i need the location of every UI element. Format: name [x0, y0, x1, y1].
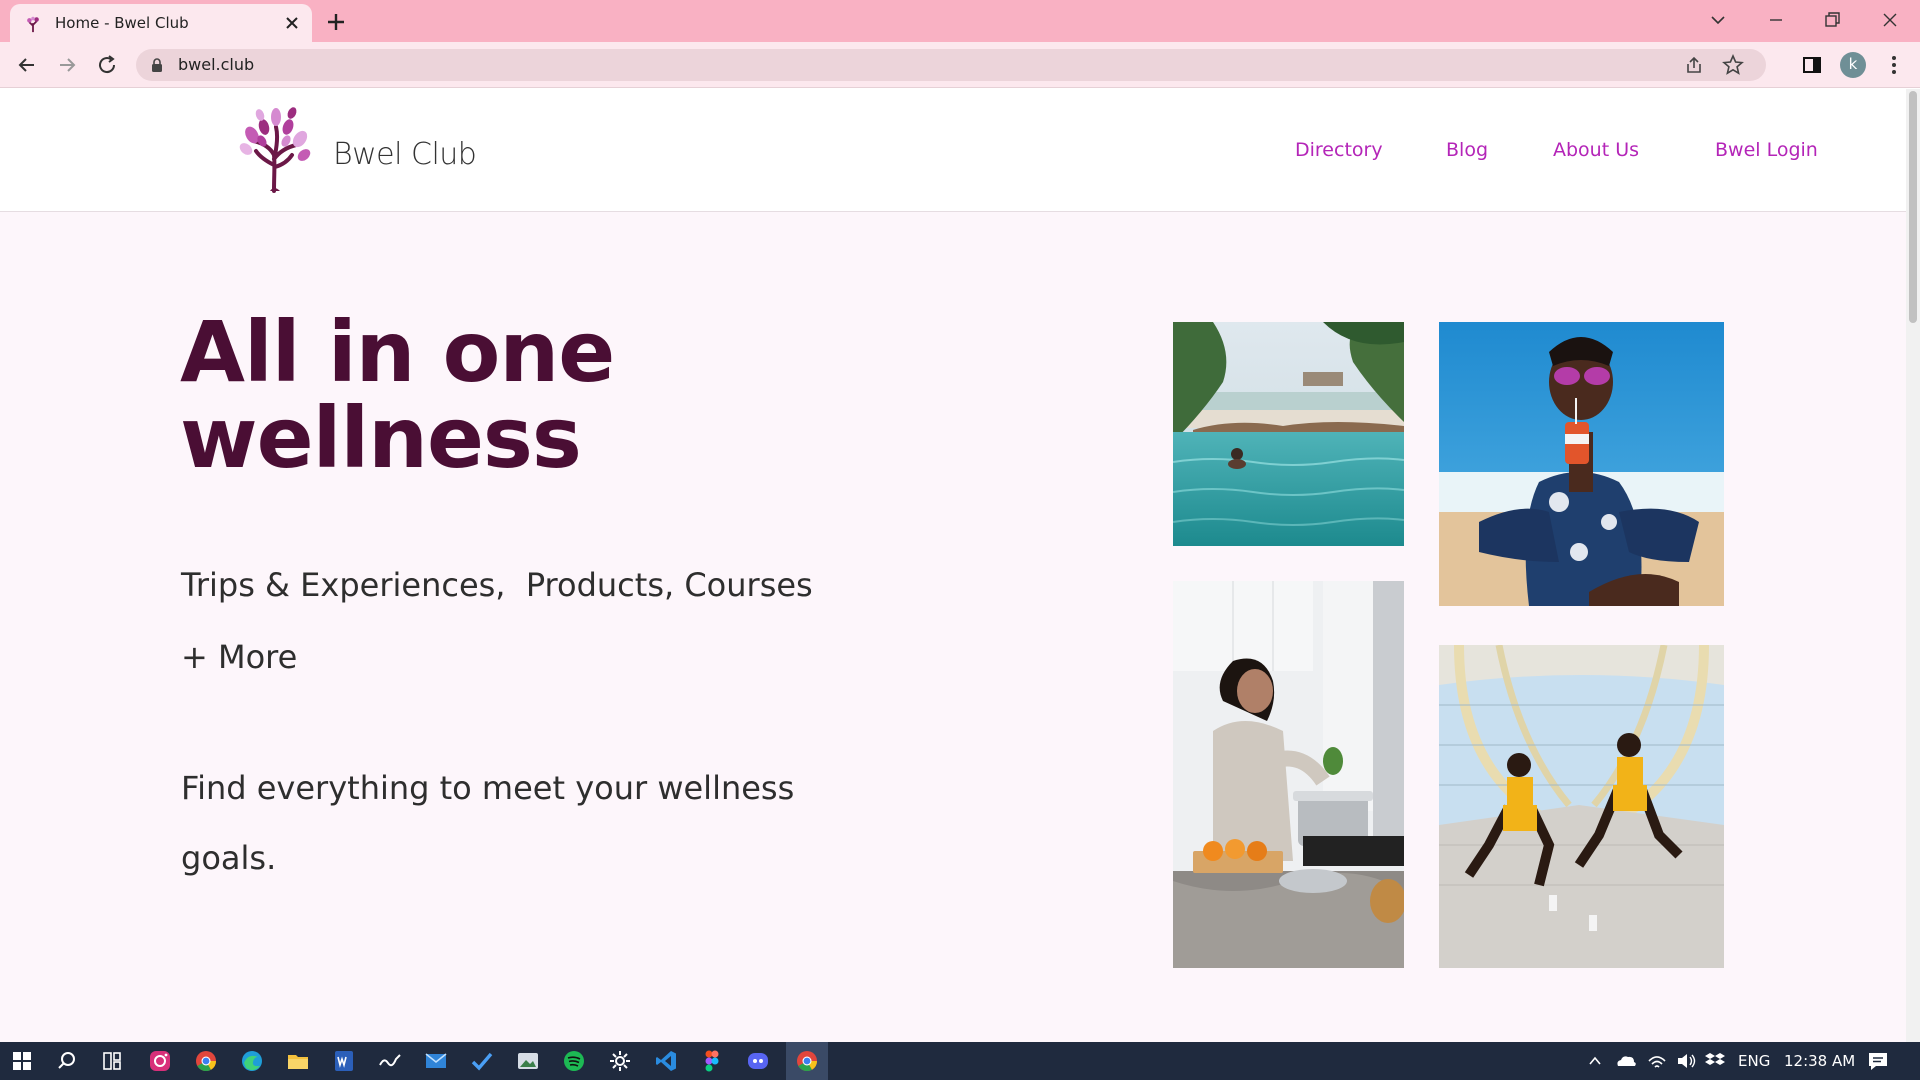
back-icon[interactable] [15, 53, 39, 77]
photos-icon[interactable] [514, 1047, 542, 1075]
nav-blog[interactable]: Blog [1446, 139, 1488, 161]
vscode-icon[interactable] [652, 1047, 680, 1075]
spotify-icon[interactable] [560, 1047, 588, 1075]
infinity-pool-photo [1173, 322, 1404, 546]
tray-chevron-up-icon[interactable] [1581, 1047, 1609, 1075]
bwel-logo-icon[interactable] [230, 105, 320, 195]
nav-bwel-login[interactable]: Bwel Login [1715, 139, 1818, 161]
new-tab-icon[interactable] [324, 10, 348, 34]
dropbox-icon[interactable] [1701, 1047, 1729, 1075]
task-view-icon[interactable] [98, 1047, 126, 1075]
minimize-icon[interactable] [1762, 8, 1790, 32]
ink-icon[interactable] [376, 1047, 404, 1075]
nav-directory[interactable]: Directory [1295, 139, 1383, 161]
edge-icon[interactable] [238, 1047, 266, 1075]
page-scrollbar[interactable] [1906, 89, 1920, 1042]
instagram-icon[interactable] [146, 1047, 174, 1075]
close-window-icon[interactable] [1876, 8, 1904, 32]
language-indicator[interactable]: ENG [1738, 1052, 1770, 1070]
hero-subtitle: Trips & Experiences, Products, Courses +… [181, 549, 901, 693]
url-text[interactable]: bwel.club [178, 55, 254, 74]
nav-about-us[interactable]: About Us [1553, 139, 1639, 161]
more-menu-icon[interactable] [1882, 53, 1906, 77]
start-icon[interactable] [8, 1047, 36, 1075]
site-header: Bwel Club Directory Blog About Us Bwel L… [0, 89, 1906, 212]
site-logo-text[interactable]: Bwel Club [333, 137, 477, 172]
browser-tab-bar: Home - Bwel Club [0, 0, 1920, 42]
tab-search-chevron-icon[interactable] [1704, 8, 1732, 32]
discord-icon[interactable] [744, 1047, 772, 1075]
windows-taskbar: ENG 12:38 AM [0, 1042, 1920, 1080]
volume-icon[interactable] [1672, 1047, 1700, 1075]
figma-icon[interactable] [698, 1047, 726, 1075]
hero-goal-text: Find everything to meet your wellness go… [181, 753, 901, 893]
beach-drink-photo [1439, 322, 1724, 606]
browser-toolbar: bwel.club k [0, 42, 1920, 88]
forward-icon[interactable] [55, 53, 79, 77]
hero-title-line1: All in one [180, 303, 615, 401]
restore-icon[interactable] [1818, 8, 1846, 32]
hero-title-line2: wellness [180, 389, 582, 487]
bookmark-star-icon[interactable] [1722, 54, 1744, 76]
profile-avatar[interactable]: k [1840, 52, 1866, 78]
search-icon[interactable] [53, 1047, 81, 1075]
notification-center-icon[interactable] [1864, 1047, 1892, 1075]
mail-icon[interactable] [422, 1047, 450, 1075]
onedrive-icon[interactable] [1612, 1047, 1640, 1075]
reload-icon[interactable] [95, 53, 119, 77]
browser-tab[interactable]: Home - Bwel Club [10, 4, 312, 42]
address-bar[interactable]: bwel.club [136, 49, 1766, 81]
chrome-icon[interactable] [192, 1047, 220, 1075]
web-page: Bwel Club Directory Blog About Us Bwel L… [0, 89, 1906, 1042]
hero-goal-line1: Find everything to meet your wellness [181, 769, 795, 807]
scrollbar-thumb[interactable] [1909, 91, 1917, 323]
settings-icon[interactable] [606, 1047, 634, 1075]
hero-sub-line1: Trips & Experiences, Products, Courses [181, 566, 813, 604]
chrome-active-icon[interactable] [793, 1047, 821, 1075]
hero-sub-line2: + More [181, 638, 298, 676]
hero-title: All in one wellness [180, 309, 880, 481]
todo-icon[interactable] [468, 1047, 496, 1075]
file-explorer-icon[interactable] [284, 1047, 312, 1075]
bridge-workout-photo [1439, 645, 1724, 968]
wifi-icon[interactable] [1643, 1047, 1671, 1075]
share-icon[interactable] [1684, 55, 1704, 75]
close-tab-icon[interactable] [282, 13, 302, 33]
side-panel-icon[interactable] [1800, 53, 1824, 77]
kitchen-cooking-photo [1173, 581, 1404, 968]
clock-time[interactable]: 12:38 AM [1784, 1052, 1855, 1070]
lock-icon[interactable] [150, 58, 164, 72]
tab-title: Home - Bwel Club [55, 14, 189, 32]
bwel-favicon-icon [27, 16, 39, 33]
hero-goal-line2: goals. [181, 839, 277, 877]
word-icon[interactable] [330, 1047, 358, 1075]
